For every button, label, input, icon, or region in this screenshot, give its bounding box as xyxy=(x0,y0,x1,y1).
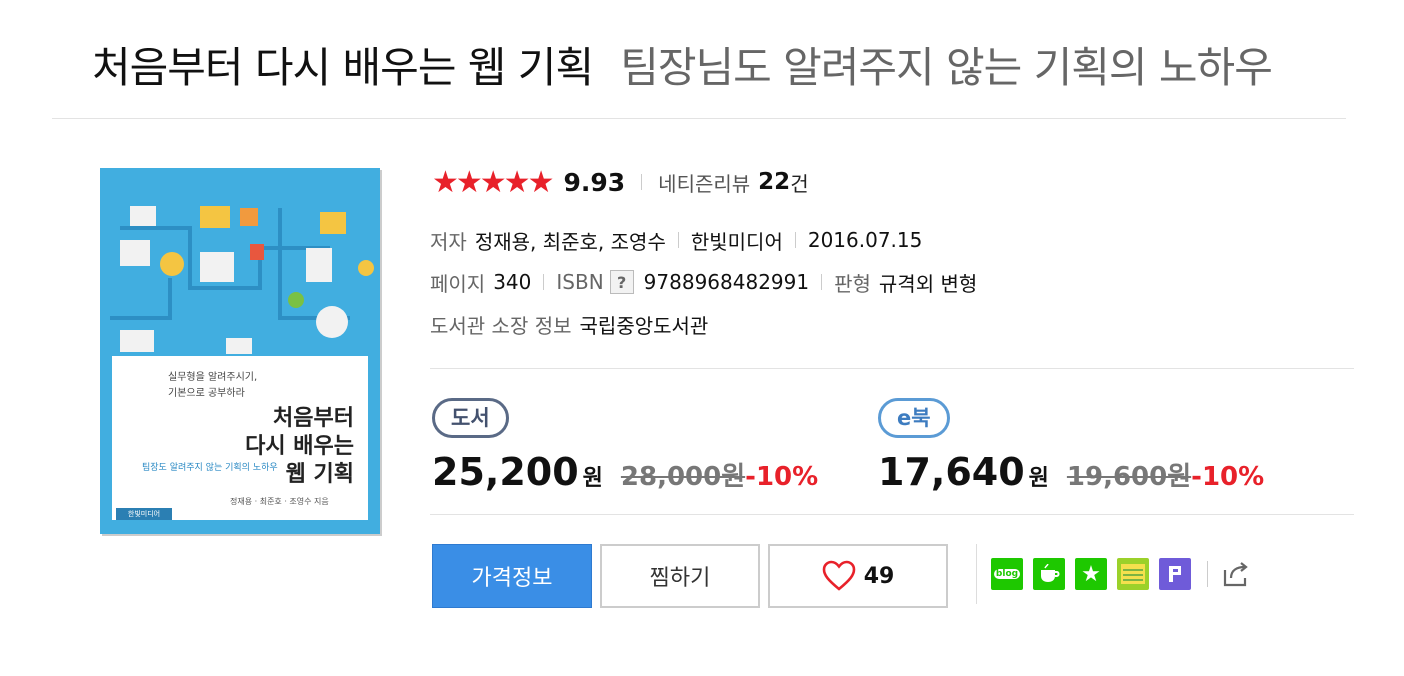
ebook-original-price: 19,600원 xyxy=(1066,462,1192,492)
ebook-badge: e북 xyxy=(878,398,950,438)
ebook-price-unit: 원 xyxy=(1028,466,1049,491)
isbn-label: ISBN xyxy=(556,270,604,294)
title-divider xyxy=(52,118,1346,119)
cover-publisher-logo: 한빛미디어 xyxy=(116,508,172,520)
isbn-help-icon[interactable]: ? xyxy=(609,270,634,294)
book-subtitle: 팀장님도 알려주지 않는 기획의 노하우 xyxy=(620,43,1273,92)
blog-label: blog xyxy=(993,569,1021,579)
meta-separator xyxy=(821,274,823,290)
format-value: 규격외 변형 xyxy=(878,271,978,296)
naver-blog-share-icon[interactable]: blog xyxy=(991,558,1023,590)
book-cover-image[interactable]: 실무형을 알려주시기, 기본으로 공부하라 처음부터 다시 배우는 웹 기획 팀… xyxy=(100,168,380,534)
author-label: 저자 xyxy=(430,229,467,254)
author-value[interactable]: 정재용, 최준호, 조영수 xyxy=(475,226,666,255)
wish-button[interactable]: 찜하기 xyxy=(600,544,760,608)
post-p-icon xyxy=(1169,566,1181,582)
meta-separator xyxy=(677,232,679,248)
meta-row-author: 저자 정재용, 최준호, 조영수 한빛미디어 2016.07.15 xyxy=(430,224,922,256)
cover-small-text-2: 기본으로 공부하라 xyxy=(168,388,245,399)
share-area: blog ★ xyxy=(976,544,1262,604)
review-unit: 건 xyxy=(790,171,809,196)
rating-separator xyxy=(641,174,643,190)
meta-row-pages: 페이지 340 ISBN ? 9788968482991 판형 규격외 변형 xyxy=(430,266,977,298)
heart-icon xyxy=(822,560,855,591)
rating-stars-icon: ★★★★★ xyxy=(432,164,554,200)
book-title: 처음부터 다시 배우는 웹 기획 xyxy=(92,43,594,92)
title-row: 처음부터 다시 배우는 웹 기획 팀장님도 알려주지 않는 기획의 노하우 xyxy=(92,34,1364,104)
book-discount: -10% xyxy=(745,462,819,492)
share-separator xyxy=(1207,561,1208,587)
ebook-discount: -10% xyxy=(1191,462,1265,492)
rating-row: ★★★★★ 9.93 네티즌리뷰 22 건 xyxy=(432,164,809,200)
memo-share-icon[interactable] xyxy=(1117,558,1149,590)
cover-title-line-3: 웹 기획 xyxy=(285,462,354,487)
publisher-value[interactable]: 한빛미디어 xyxy=(691,226,783,255)
price-block-book: 도서 25,200 원 28,000원 -10% xyxy=(432,398,818,494)
book-original-price: 28,000원 xyxy=(620,462,746,492)
ebook-price-line: 17,640 원 19,600원 -10% xyxy=(878,450,1264,494)
meta-separator xyxy=(794,232,796,248)
memo-lines-icon xyxy=(1121,564,1145,584)
like-count: 49 xyxy=(863,563,895,589)
meta-row-library: 도서관 소장 정보 국립중앙도서관 xyxy=(430,308,708,340)
cover-authors: 정재용 · 최준호 · 조영수 지음 xyxy=(230,497,329,506)
publish-date: 2016.07.15 xyxy=(807,228,923,252)
info-divider-bottom xyxy=(430,514,1354,515)
naver-post-share-icon[interactable] xyxy=(1159,558,1191,590)
bookmark-share-icon[interactable]: ★ xyxy=(1075,558,1107,590)
book-price: 25,200 xyxy=(432,450,579,494)
book-price-unit: 원 xyxy=(582,466,603,491)
naver-cafe-share-icon[interactable] xyxy=(1033,558,1065,590)
share-divider xyxy=(976,544,977,604)
format-label: 판형 xyxy=(834,271,871,296)
share-arrow-icon xyxy=(1223,562,1248,587)
cafe-cup-icon xyxy=(1041,564,1060,582)
share-icon[interactable] xyxy=(1220,558,1252,590)
like-button[interactable]: 49 xyxy=(768,544,948,608)
cover-tagline: 팀장도 알려주지 않는 기획의 노하우 xyxy=(142,463,278,473)
meta-separator xyxy=(543,274,545,290)
library-value[interactable]: 국립중앙도서관 xyxy=(580,310,709,339)
price-block-ebook: e북 17,640 원 19,600원 -10% xyxy=(878,398,1264,494)
isbn-value: 9788968482991 xyxy=(643,270,810,294)
page-label: 페이지 xyxy=(430,271,486,296)
cover-panel: 실무형을 알려주시기, 기본으로 공부하라 처음부터 다시 배우는 웹 기획 팀… xyxy=(112,356,368,520)
book-price-line: 25,200 원 28,000원 -10% xyxy=(432,450,818,494)
review-label[interactable]: 네티즌리뷰 xyxy=(658,168,750,197)
ebook-price: 17,640 xyxy=(878,450,1025,494)
rating-score: 9.93 xyxy=(563,167,626,197)
price-info-button[interactable]: 가격정보 xyxy=(432,544,592,608)
page-value: 340 xyxy=(493,270,532,294)
cover-small-text-1: 실무형을 알려주시기, xyxy=(168,372,258,383)
info-divider-top xyxy=(430,368,1354,369)
book-badge: 도서 xyxy=(432,398,509,438)
review-count[interactable]: 22 xyxy=(758,169,790,195)
library-label: 도서관 소장 정보 xyxy=(430,313,572,338)
